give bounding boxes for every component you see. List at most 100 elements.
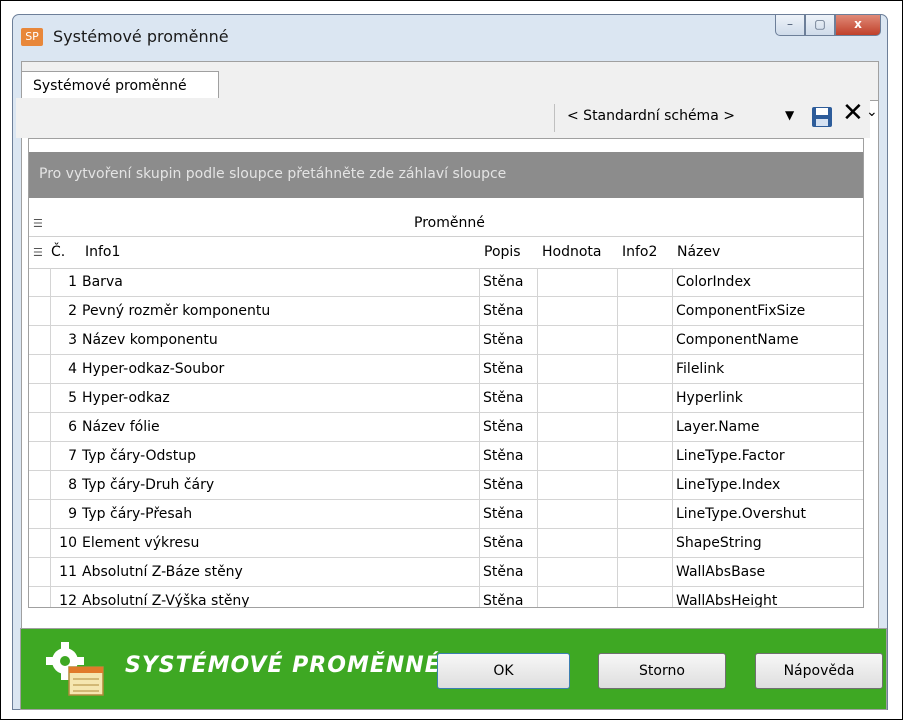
cell-hodnota[interactable] <box>538 355 618 383</box>
cell-info1[interactable]: Typ čáry-Druh čáry <box>79 471 480 499</box>
cell-info2[interactable] <box>618 268 673 296</box>
cell-info1[interactable]: Typ čáry-Přesah <box>79 500 480 528</box>
cell-hodnota[interactable] <box>538 384 618 412</box>
cell-popis[interactable]: Stěna <box>480 297 538 325</box>
cell-popis[interactable]: Stěna <box>480 587 538 607</box>
cell-info1[interactable]: Absolutní Z-Báze stěny <box>79 558 480 586</box>
delete-schema-icon[interactable]: ✕ <box>842 98 864 128</box>
cell-no[interactable]: 10 <box>51 529 79 557</box>
cell-info2[interactable] <box>618 500 673 528</box>
cell-hodnota[interactable] <box>538 326 618 354</box>
table-row[interactable]: 9 Typ čáry-Přesah Stěna LineType.Overshut <box>29 500 863 529</box>
column-header-popis[interactable]: Popis <box>484 244 521 260</box>
cell-hodnota[interactable] <box>538 471 618 499</box>
cell-no[interactable]: 3 <box>51 326 79 354</box>
close-window-button[interactable]: x <box>835 15 881 36</box>
cell-info2[interactable] <box>618 529 673 557</box>
cell-info1[interactable]: Pevný rozměr komponentu <box>79 297 480 325</box>
cell-popis[interactable]: Stěna <box>480 529 538 557</box>
cell-info1[interactable]: Barva <box>79 268 480 296</box>
cell-info2[interactable] <box>618 297 673 325</box>
cell-no[interactable]: 5 <box>51 384 79 412</box>
more-options-icon[interactable]: ⌄ <box>866 104 878 120</box>
cancel-button[interactable]: Storno <box>598 653 726 689</box>
cell-no[interactable]: 1 <box>51 268 79 296</box>
cell-hodnota[interactable] <box>538 413 618 441</box>
table-row[interactable]: 2 Pevný rozměr komponentu Stěna ComponentFi… <box>29 297 863 326</box>
cell-nazev[interactable]: ColorIndex <box>673 268 863 296</box>
cell-no[interactable]: 7 <box>51 442 79 470</box>
cell-nazev[interactable]: LineType.Overshut <box>673 500 863 528</box>
cell-info2[interactable] <box>618 471 673 499</box>
table-row[interactable]: 6 Název fólie Stěna Layer.Name <box>29 413 863 442</box>
cell-hodnota[interactable] <box>538 297 618 325</box>
cell-popis[interactable]: Stěna <box>480 500 538 528</box>
cell-info2[interactable] <box>618 558 673 586</box>
cell-hodnota[interactable] <box>538 558 618 586</box>
cell-nazev[interactable]: Layer.Name <box>673 413 863 441</box>
cell-info1[interactable]: Absolutní Z-Výška stěny <box>79 587 480 607</box>
table-row[interactable]: 8 Typ čáry-Druh čáry Stěna LineType.Index <box>29 471 863 500</box>
cell-nazev[interactable]: ShapeString <box>673 529 863 557</box>
cell-nazev[interactable]: ComponentFixSize <box>673 297 863 325</box>
column-header-no[interactable]: Č. <box>51 244 65 260</box>
cell-nazev[interactable]: WallAbsBase <box>673 558 863 586</box>
cell-popis[interactable]: Stěna <box>480 413 538 441</box>
minimize-button[interactable]: – <box>775 15 805 36</box>
cell-hodnota[interactable] <box>538 587 618 607</box>
cell-no[interactable]: 11 <box>51 558 79 586</box>
cell-popis[interactable]: Stěna <box>480 268 538 296</box>
cell-no[interactable]: 6 <box>51 413 79 441</box>
cell-popis[interactable]: Stěna <box>480 384 538 412</box>
table-row[interactable]: 10 Element výkresu Stěna ShapeString <box>29 529 863 558</box>
cell-hodnota[interactable] <box>538 529 618 557</box>
title-bar[interactable]: SP Systémové proměnné – ▢ x <box>13 15 887 61</box>
column-header-info1[interactable]: Info1 <box>85 244 120 260</box>
cell-info1[interactable]: Název komponentu <box>79 326 480 354</box>
cell-no[interactable]: 2 <box>51 297 79 325</box>
cell-info2[interactable] <box>618 384 673 412</box>
cell-popis[interactable]: Stěna <box>480 355 538 383</box>
cell-info2[interactable] <box>618 326 673 354</box>
table-row[interactable]: 12 Absolutní Z-Výška stěny Stěna WallAbsHei… <box>29 587 863 607</box>
table-row[interactable]: 7 Typ čáry-Odstup Stěna LineType.Factor <box>29 442 863 471</box>
table-row[interactable]: 11 Absolutní Z-Báze stěny Stěna WallAbsBase <box>29 558 863 587</box>
cell-info1[interactable]: Hyper-odkaz <box>79 384 480 412</box>
cell-no[interactable]: 4 <box>51 355 79 383</box>
maximize-button[interactable]: ▢ <box>805 15 835 36</box>
table-row[interactable]: 1 Barva Stěna ColorIndex <box>29 268 863 297</box>
column-chooser-icon[interactable]: ☰ <box>33 217 43 230</box>
cell-no[interactable]: 8 <box>51 471 79 499</box>
table-row[interactable]: 4 Hyper-odkaz-Soubor Stěna Filelink <box>29 355 863 384</box>
cell-popis[interactable]: Stěna <box>480 326 538 354</box>
cell-no[interactable]: 12 <box>51 587 79 607</box>
cell-info1[interactable]: Název fólie <box>79 413 480 441</box>
cell-popis[interactable]: Stěna <box>480 558 538 586</box>
table-row[interactable]: 5 Hyper-odkaz Stěna Hyperlink <box>29 384 863 413</box>
cell-nazev[interactable]: ComponentName <box>673 326 863 354</box>
cell-nazev[interactable]: LineType.Factor <box>673 442 863 470</box>
table-row[interactable]: 3 Název komponentu Stěna ComponentName <box>29 326 863 355</box>
cell-info2[interactable] <box>618 355 673 383</box>
row-chooser-icon[interactable]: ☰ <box>33 246 43 259</box>
cell-nazev[interactable]: Filelink <box>673 355 863 383</box>
ok-button[interactable]: OK <box>437 653 570 689</box>
save-icon[interactable] <box>811 106 833 128</box>
cell-info2[interactable] <box>618 587 673 607</box>
column-header-hodnota[interactable]: Hodnota <box>542 244 602 260</box>
cell-hodnota[interactable] <box>538 442 618 470</box>
cell-nazev[interactable]: WallAbsHeight <box>673 587 863 607</box>
cell-info2[interactable] <box>618 413 673 441</box>
cell-popis[interactable]: Stěna <box>480 442 538 470</box>
group-by-area[interactable]: Pro vytvoření skupin podle sloupce přetá… <box>29 152 863 198</box>
schema-select[interactable]: < Standardní schéma > ▼ <box>554 104 805 132</box>
column-header-nazev[interactable]: Název <box>677 244 720 260</box>
cell-nazev[interactable]: LineType.Index <box>673 471 863 499</box>
cell-info1[interactable]: Hyper-odkaz-Soubor <box>79 355 480 383</box>
column-header-info2[interactable]: Info2 <box>622 244 657 260</box>
cell-hodnota[interactable] <box>538 268 618 296</box>
help-button[interactable]: Nápověda <box>755 653 883 689</box>
cell-info1[interactable]: Typ čáry-Odstup <box>79 442 480 470</box>
cell-nazev[interactable]: Hyperlink <box>673 384 863 412</box>
tab-system-variables[interactable]: Systémové proměnné <box>21 71 219 101</box>
